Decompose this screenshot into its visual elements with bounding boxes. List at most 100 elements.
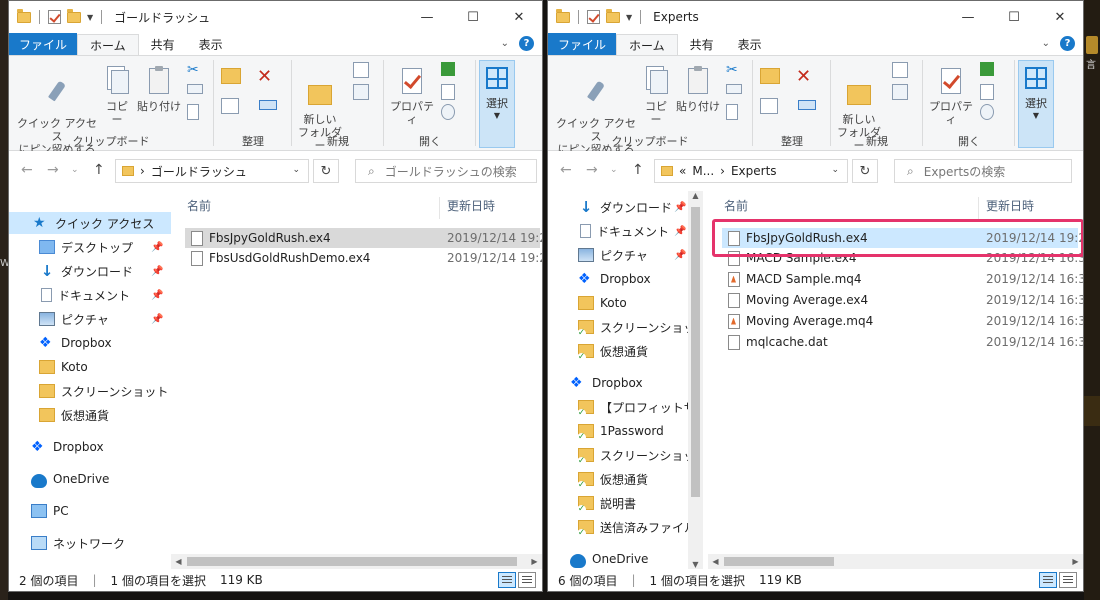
file-row[interactable]: FbsJpyGoldRush.ex4 2019/12/14 19:24 [185, 228, 542, 248]
address-dropdown-icon[interactable]: ⌄ [831, 165, 839, 175]
search-input[interactable]: ⌕ ゴールドラッシュの検索 [355, 159, 537, 183]
nav-item[interactable]: 説明書 [548, 492, 688, 514]
qat-dropdown-icon[interactable]: ▼ [87, 13, 93, 22]
properties-button[interactable]: プロパティ [387, 64, 437, 126]
large-icons-view-button[interactable] [1059, 572, 1077, 588]
new-folder-qat-icon[interactable] [67, 8, 81, 23]
minimize-button[interactable]: — [945, 1, 991, 33]
cut-icon[interactable]: ✂ [726, 62, 742, 78]
rename-icon[interactable] [798, 100, 816, 110]
maximize-button[interactable]: ☐ [450, 1, 496, 33]
edit-icon[interactable] [441, 84, 455, 100]
address-dropdown-icon[interactable]: ⌄ [292, 165, 300, 175]
edit-icon[interactable] [980, 84, 994, 100]
horizontal-scrollbar[interactable]: ◀ ▶ [171, 554, 542, 569]
copy-to-icon[interactable] [221, 98, 239, 114]
refresh-button[interactable]: ↻ [313, 159, 339, 183]
forward-arrow-icon[interactable]: → [47, 162, 59, 178]
nav-item[interactable]: 【プロフィットサロン】 [548, 396, 688, 418]
tab-file[interactable]: ファイル [548, 33, 617, 55]
nav-item[interactable]: 送信済みファイル [548, 516, 688, 538]
history-icon[interactable] [980, 104, 994, 120]
column-header-name[interactable]: 名前 [187, 197, 211, 221]
nav-item[interactable]: ★ クイック アクセス [9, 212, 171, 234]
refresh-button[interactable]: ↻ [852, 159, 878, 183]
nav-item[interactable]: PC [9, 500, 171, 522]
move-to-icon[interactable] [760, 68, 780, 84]
nav-item[interactable]: スクリーンショット [548, 444, 688, 466]
move-to-icon[interactable] [221, 68, 241, 84]
nav-item[interactable]: ネットワーク [9, 532, 171, 554]
copy-path-icon[interactable] [726, 84, 742, 94]
details-view-button[interactable] [1039, 572, 1057, 588]
horizontal-scrollbar[interactable]: ◀ ▶ [708, 554, 1083, 569]
tab-home[interactable]: ホーム [616, 34, 678, 56]
history-icon[interactable] [441, 104, 455, 120]
file-row[interactable]: mqlcache.dat 2019/12/14 16:33 [722, 332, 1083, 352]
new-item-icon[interactable] [892, 62, 908, 78]
file-row[interactable]: FbsUsdGoldRushDemo.ex4 2019/12/14 19:22 [185, 248, 542, 268]
details-view-button[interactable] [498, 572, 516, 588]
nav-item[interactable]: ❖ Dropbox [9, 436, 171, 458]
open-icon[interactable] [980, 62, 994, 76]
nav-item[interactable]: ドキュメント 📌 [548, 220, 688, 242]
help-icon[interactable]: ? [1060, 36, 1075, 51]
nav-item[interactable]: ピクチャ 📌 [548, 244, 688, 266]
breadcrumb-overflow[interactable]: « [679, 164, 686, 178]
forward-arrow-icon[interactable]: → [586, 162, 598, 178]
properties-qat-icon[interactable] [587, 10, 600, 24]
column-header-modified[interactable]: 更新日時 [986, 197, 1034, 221]
nav-item[interactable]: 仮想通貨 [9, 404, 171, 426]
select-button[interactable]: 選択 ▼ [1018, 60, 1054, 148]
nav-item[interactable]: ↓ ダウンロード 📌 [548, 196, 688, 218]
chevron-down-icon[interactable]: ⌄ [1042, 38, 1050, 49]
nav-item[interactable]: OneDrive [548, 548, 688, 569]
new-folder-qat-icon[interactable] [606, 8, 620, 23]
nav-item[interactable]: スクリーンショット [9, 380, 171, 402]
nav-item[interactable]: ↓ ダウンロード 📌 [9, 260, 171, 282]
rename-icon[interactable] [259, 100, 277, 110]
file-row[interactable]: Moving Average.mq4 2019/12/14 16:33 [722, 311, 1083, 331]
nav-item[interactable]: ❖ Dropbox [548, 372, 688, 394]
nav-item[interactable]: OneDrive [9, 468, 171, 490]
back-arrow-icon[interactable]: ← [21, 162, 33, 178]
tab-share[interactable]: 共有 [678, 33, 726, 55]
recent-dropdown-icon[interactable]: ⌄ [71, 165, 79, 175]
easy-access-icon[interactable] [892, 84, 908, 100]
minimize-button[interactable]: — [404, 1, 450, 33]
properties-qat-icon[interactable] [48, 10, 61, 24]
copy-button[interactable]: コピー [640, 64, 672, 126]
breadcrumb-parent[interactable]: M... [692, 164, 714, 178]
title-bar[interactable]: ▼ ゴールドラッシュ — ☐ ✕ [9, 1, 542, 33]
delete-icon[interactable]: ✕ [796, 66, 812, 87]
copy-to-icon[interactable] [760, 98, 778, 114]
tab-view[interactable]: 表示 [187, 33, 235, 55]
back-arrow-icon[interactable]: ← [560, 162, 572, 178]
cut-icon[interactable]: ✂ [187, 62, 203, 78]
tab-view[interactable]: 表示 [726, 33, 774, 55]
paste-shortcut-icon[interactable] [726, 104, 738, 120]
breadcrumb[interactable]: Experts [731, 164, 777, 178]
copy-button[interactable]: コピー [101, 64, 133, 126]
file-row[interactable]: Moving Average.ex4 2019/12/14 16:33 [722, 290, 1083, 310]
nav-item[interactable]: ドキュメント 📌 [9, 284, 171, 306]
file-row[interactable]: MACD Sample.mq4 2019/12/14 16:33 [722, 269, 1083, 289]
help-icon[interactable]: ? [519, 36, 534, 51]
new-item-icon[interactable] [353, 62, 369, 78]
nav-item[interactable]: 仮想通貨 [548, 340, 688, 362]
column-header-name[interactable]: 名前 [724, 197, 748, 221]
nav-item[interactable]: 仮想通貨 [548, 468, 688, 490]
close-button[interactable]: ✕ [1037, 1, 1083, 33]
nav-item[interactable]: スクリーンショット [548, 316, 688, 338]
large-icons-view-button[interactable] [518, 572, 536, 588]
qat-dropdown-icon[interactable]: ▼ [626, 13, 632, 22]
address-bar[interactable]: « M... › Experts ⌄ [654, 159, 848, 183]
delete-icon[interactable]: ✕ [257, 66, 273, 87]
open-icon[interactable] [441, 62, 455, 76]
tab-file[interactable]: ファイル [9, 33, 78, 55]
breadcrumb[interactable]: ゴールドラッシュ [151, 163, 247, 180]
nav-item[interactable]: ❖ Dropbox [9, 332, 171, 354]
paste-button[interactable]: 貼り付け [676, 64, 720, 113]
search-input[interactable]: ⌕ Expertsの検索 [894, 159, 1072, 183]
nav-vertical-scrollbar[interactable]: ▲ ▼ [688, 191, 703, 569]
